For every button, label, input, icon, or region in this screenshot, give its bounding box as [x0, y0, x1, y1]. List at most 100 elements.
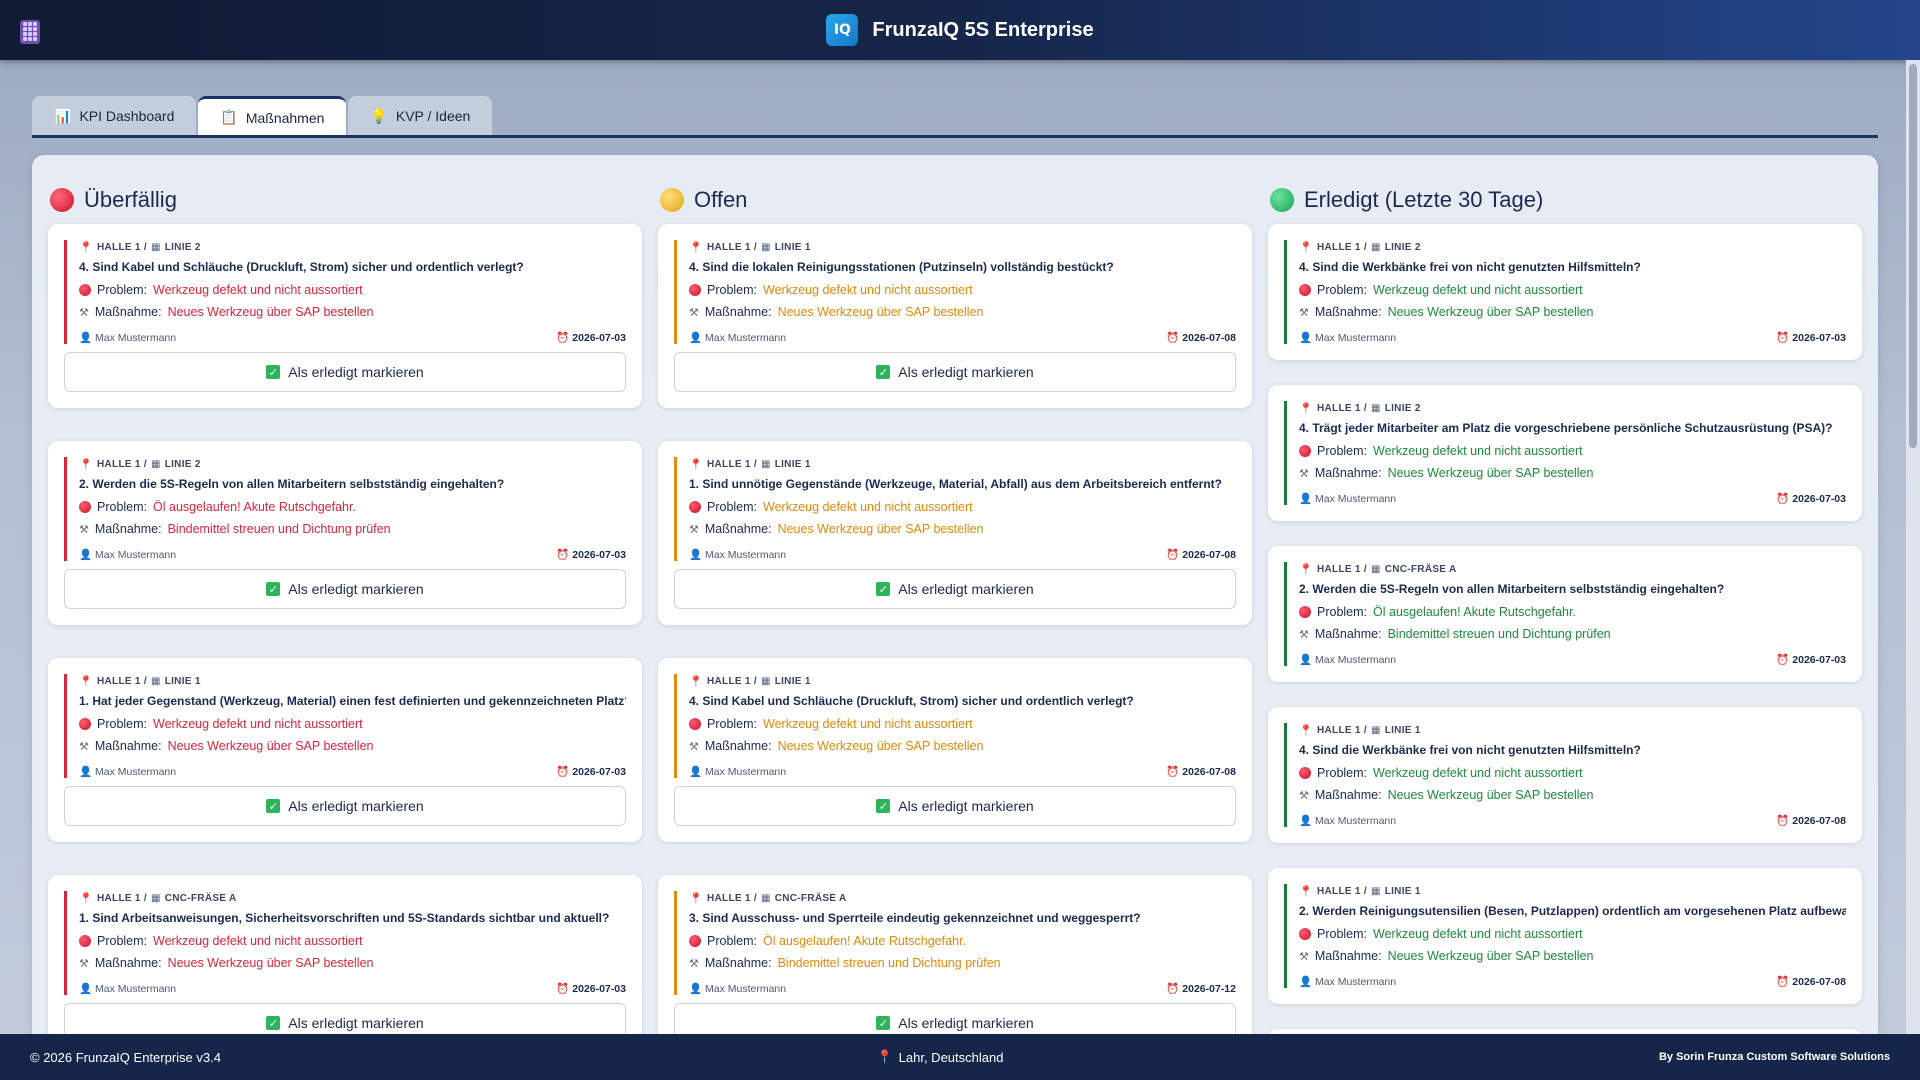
alarm-clock-icon: ⏰	[556, 548, 570, 561]
brand: IQ FrunzaIQ 5S Enterprise	[826, 14, 1094, 46]
problem-dot-icon	[689, 284, 701, 296]
card-question: 1. Sind unnötige Gegenstände (Werkzeuge,…	[689, 477, 1222, 491]
footer-location: 📍 Lahr, Deutschland	[876, 1049, 1004, 1065]
tools-icon: ⚒	[1299, 306, 1309, 319]
action-card: 📍 HALLE 1 /▦ LINIE 2 4. Sind Kabel und Sch…	[48, 224, 642, 408]
mark-done-button[interactable]: ✓ Als erledigt markieren	[674, 352, 1236, 392]
red-status-dot-icon	[50, 188, 74, 212]
tab-kpi-dashboard[interactable]: 📊 KPI Dashboard	[32, 96, 197, 136]
tools-icon: ⚒	[1299, 467, 1309, 480]
building-icon: ▦	[1370, 724, 1381, 736]
check-icon: ✓	[266, 365, 281, 379]
tab-massnahmen[interactable]: 📋 Maßnahmen	[198, 96, 347, 136]
card-location: 📍 HALLE 1 /▦ LINIE 2	[1299, 241, 1421, 254]
page-scrollbar[interactable]	[1906, 60, 1920, 1034]
tools-icon: ⚒	[689, 740, 699, 753]
alarm-clock-icon: ⏰	[1776, 814, 1790, 827]
mark-done-button[interactable]: ✓ Als erledigt markieren	[674, 569, 1236, 609]
card-location: 📍 HALLE 1 /▦ LINIE 1	[689, 458, 811, 471]
card-meta: 👤 Max Mustermann ⏰ 2026-07-03	[1299, 653, 1846, 666]
card-location: 📍 HALLE 1 /▦ LINIE 2	[79, 458, 201, 471]
problem-dot-icon	[1299, 445, 1311, 457]
check-icon: ✓	[266, 1016, 281, 1030]
tab-kvp-ideen[interactable]: 💡 KVP / Ideen	[348, 96, 493, 136]
card-meta: 👤 Max Mustermann ⏰ 2026-07-03	[1299, 492, 1846, 505]
card-location: 📍 HALLE 1 /▦ LINIE 1	[79, 675, 201, 688]
action-card: 📍 HALLE 1 /▦ CNC-FRÄSE A 2. Werden die 5S-…	[1268, 546, 1862, 682]
tab-label: KPI Dashboard	[79, 108, 175, 124]
scrollbar-thumb[interactable]	[1909, 64, 1917, 448]
alarm-clock-icon: ⏰	[1776, 492, 1790, 505]
check-icon: ✓	[876, 365, 891, 379]
card-location: 📍 HALLE 1 /▦ CNC-FRÄSE A	[689, 892, 847, 905]
column-open: Offen 📍 HALLE 1 /▦ LINIE 1 4. Sind die lok…	[642, 155, 1252, 1035]
card-action: ⚒ Maßnahme: Neues Werkzeug über SAP bestel…	[79, 739, 374, 753]
card-meta: 👤 Max Mustermann ⏰ 2026-07-08	[689, 331, 1236, 344]
card-action: ⚒ Maßnahme: Neues Werkzeug über SAP bestel…	[689, 522, 984, 536]
person-icon: 👤	[689, 982, 703, 995]
card-problem: Problem: Werkzeug defekt und nicht aussor…	[1299, 282, 1846, 298]
card-meta: 👤 Max Mustermann ⏰ 2026-07-08	[689, 548, 1236, 561]
problem-dot-icon	[79, 718, 91, 730]
card-problem: Problem: Werkzeug defekt und nicht aussor…	[1299, 443, 1846, 459]
mark-done-button[interactable]: ✓ Als erledigt markieren	[64, 1003, 626, 1035]
card-meta: 👤 Max Mustermann ⏰ 2026-07-12	[689, 982, 1236, 995]
mark-done-button[interactable]: ✓ Als erledigt markieren	[64, 352, 626, 392]
alarm-clock-icon: ⏰	[1166, 982, 1180, 995]
tools-icon: ⚒	[689, 523, 699, 536]
person-icon: 👤	[1299, 653, 1313, 666]
pin-icon: 📍	[689, 675, 703, 688]
mark-done-button[interactable]: ✓ Als erledigt markieren	[64, 786, 626, 826]
card-location: 📍 HALLE 1 /▦ LINIE 1	[689, 241, 811, 254]
card-action: ⚒ Maßnahme: Neues Werkzeug über SAP bestel…	[689, 305, 984, 319]
card-action: ⚒ Maßnahme: Neues Werkzeug über SAP bestel…	[79, 305, 374, 319]
app-menu-icon[interactable]	[20, 20, 40, 44]
card-problem: Problem: Werkzeug defekt und nicht aussor…	[1299, 926, 1846, 942]
card-action: ⚒ Maßnahme: Neues Werkzeug über SAP bestel…	[1299, 466, 1594, 480]
clipboard-icon: 📋	[220, 109, 238, 125]
mark-done-button[interactable]: ✓ Als erledigt markieren	[674, 1003, 1236, 1035]
yellow-status-dot-icon	[660, 188, 684, 212]
card-question: 3. Sind Ausschuss- und Sperrteile eindeu…	[689, 911, 1141, 925]
action-card: 📍 HALLE 1 /▦ LINIE 1 4. Sind Kabel und Sch…	[658, 658, 1252, 842]
tools-icon: ⚒	[689, 306, 699, 319]
card-problem: Problem: Werkzeug defekt und nicht aussor…	[689, 499, 1236, 515]
alarm-clock-icon: ⏰	[1166, 331, 1180, 344]
alarm-clock-icon: ⏰	[1166, 548, 1180, 561]
card-location: 📍 HALLE 1 /▦ LINIE 2	[79, 241, 201, 254]
card-question: 4. Sind die lokalen Reinigungsstationen …	[689, 260, 1114, 274]
problem-dot-icon	[1299, 928, 1311, 940]
card-problem: Problem: Werkzeug defekt und nicht aussor…	[689, 716, 1236, 732]
app-title: FrunzaIQ 5S Enterprise	[872, 18, 1094, 41]
card-action: ⚒ Maßnahme: Neues Werkzeug über SAP bestel…	[1299, 305, 1594, 319]
tools-icon: ⚒	[79, 740, 89, 753]
card-problem: Problem: Werkzeug defekt und nicht aussor…	[79, 282, 626, 298]
mark-done-button[interactable]: ✓ Als erledigt markieren	[64, 569, 626, 609]
card-action: ⚒ Maßnahme: Bindemittel streuen und Dichtu…	[79, 522, 391, 536]
card-problem: Problem: Werkzeug defekt und nicht aussor…	[79, 716, 626, 732]
card-problem: Problem: Werkzeug defekt und nicht aussor…	[1299, 765, 1846, 781]
problem-dot-icon	[79, 284, 91, 296]
alarm-clock-icon: ⏰	[1166, 765, 1180, 778]
column-header: Offen	[642, 155, 1236, 231]
person-icon: 👤	[79, 765, 93, 778]
action-card: 📍 HALLE 1 /▦ LINIE 2 4. Trägt jeder Mitarb…	[1268, 385, 1862, 521]
tools-icon: ⚒	[1299, 950, 1309, 963]
column-title: Überfällig	[84, 187, 177, 212]
column-title: Offen	[694, 187, 748, 212]
column-header: Überfällig	[32, 155, 626, 231]
pin-icon: 📍	[1299, 563, 1313, 576]
column-done: Erledigt (Letzte 30 Tage) 📍 HALLE 1 /▦ LIN…	[1252, 155, 1862, 1035]
column-header: Erledigt (Letzte 30 Tage)	[1252, 155, 1846, 231]
card-action: ⚒ Maßnahme: Neues Werkzeug über SAP bestel…	[1299, 788, 1594, 802]
tools-icon: ⚒	[689, 957, 699, 970]
card-meta: 👤 Max Mustermann ⏰ 2026-07-08	[1299, 814, 1846, 827]
building-icon: ▦	[760, 675, 771, 687]
lightbulb-icon: 💡	[370, 107, 388, 124]
mark-done-button[interactable]: ✓ Als erledigt markieren	[674, 786, 1236, 826]
action-card: 📍 HALLE 1 /▦ LINIE 2 4. Sind die Werkbänke…	[1268, 224, 1862, 360]
chart-icon: 📊	[54, 107, 72, 124]
pin-icon: 📍	[79, 892, 93, 905]
building-icon: ▦	[760, 892, 771, 904]
card-problem: Problem: Öl ausgelaufen! Akute Rutschgefa…	[79, 499, 626, 515]
